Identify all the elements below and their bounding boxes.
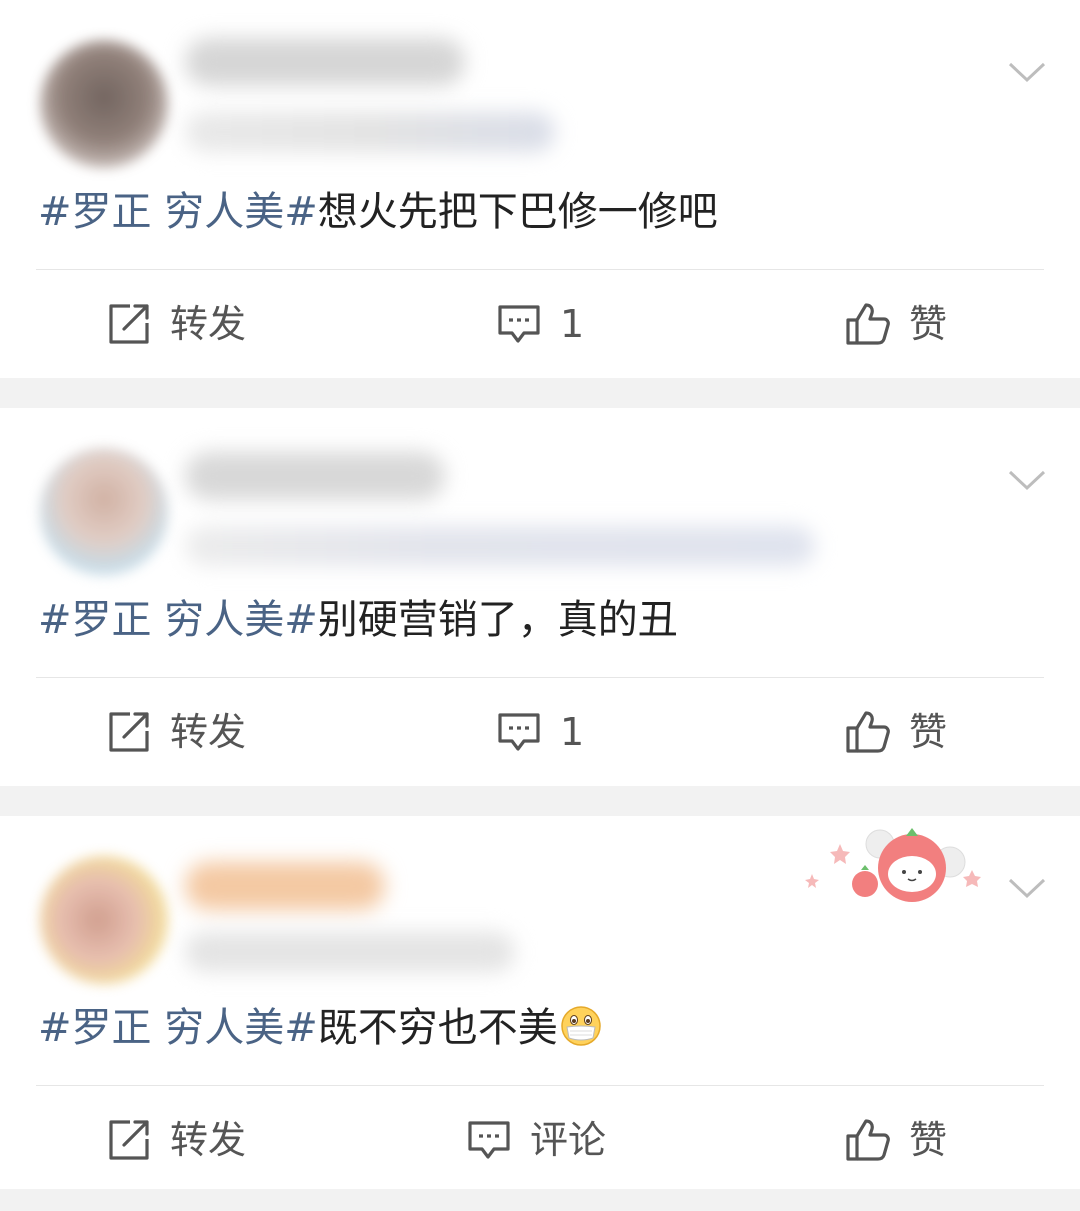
like-button[interactable]: 赞 bbox=[845, 678, 947, 786]
repost-icon bbox=[109, 712, 149, 752]
post-meta-redacted bbox=[185, 932, 515, 972]
like-label: 赞 bbox=[909, 1118, 948, 1162]
post-content: #罗正 穷人美#既不穷也不美 bbox=[38, 998, 602, 1058]
post-meta-redacted bbox=[185, 526, 815, 566]
post-content: #罗正 穷人美#别硬营销了，真的丑 bbox=[38, 590, 678, 650]
chevron-down-icon[interactable] bbox=[1004, 456, 1050, 502]
post-meta-redacted bbox=[185, 112, 555, 152]
post-content: #罗正 穷人美#想火先把下巴修一修吧 bbox=[38, 182, 718, 242]
action-bar: 转发 1 赞 bbox=[0, 678, 1080, 786]
like-button[interactable]: 赞 bbox=[845, 270, 947, 378]
post-separator bbox=[0, 786, 1080, 816]
post-separator bbox=[0, 378, 1080, 408]
repost-button[interactable]: 转发 bbox=[106, 678, 246, 786]
thumbs-up-icon bbox=[846, 303, 890, 345]
repost-icon bbox=[109, 304, 149, 344]
repost-icon bbox=[109, 1120, 149, 1160]
repost-label: 转发 bbox=[170, 302, 247, 346]
comment-count: 1 bbox=[560, 710, 585, 754]
topic-tag[interactable]: #罗正 穷人美# bbox=[38, 1005, 318, 1051]
topic-tag[interactable]: #罗正 穷人美# bbox=[38, 189, 318, 235]
avatar[interactable] bbox=[40, 448, 168, 576]
comment-icon bbox=[498, 305, 540, 343]
post-card[interactable]: #罗正 穷人美#别硬营销了，真的丑 转发 1 赞 bbox=[0, 408, 1080, 786]
comment-button[interactable]: 1 bbox=[496, 678, 584, 786]
thumbs-up-icon bbox=[846, 1119, 890, 1161]
action-bar: 转发 评论 赞 bbox=[0, 1086, 1080, 1194]
comment-count: 1 bbox=[560, 302, 585, 346]
post-text: 别硬营销了，真的丑 bbox=[317, 597, 678, 643]
avatar[interactable] bbox=[40, 856, 168, 984]
username-redacted[interactable] bbox=[185, 862, 385, 910]
feed: #罗正 穷人美#想火先把下巴修一修吧 转发 1 赞 #罗正 穷人美#别硬营销了，… bbox=[0, 0, 1080, 1189]
post-text: 既不穷也不美 bbox=[317, 1005, 558, 1051]
comment-label: 评论 bbox=[530, 1118, 607, 1162]
like-label: 赞 bbox=[909, 302, 948, 346]
action-bar: 转发 1 赞 bbox=[0, 270, 1080, 378]
comment-icon bbox=[468, 1121, 510, 1159]
repost-button[interactable]: 转发 bbox=[106, 270, 246, 378]
comment-button[interactable]: 1 bbox=[496, 270, 584, 378]
repost-label: 转发 bbox=[170, 1118, 247, 1162]
repost-button[interactable]: 转发 bbox=[106, 1086, 246, 1194]
chevron-down-icon[interactable] bbox=[1004, 864, 1050, 910]
like-button[interactable]: 赞 bbox=[845, 1086, 947, 1194]
username-redacted[interactable] bbox=[185, 452, 445, 500]
post-text: 想火先把下巴修一修吧 bbox=[317, 189, 718, 235]
avatar[interactable] bbox=[40, 40, 168, 168]
repost-label: 转发 bbox=[170, 710, 247, 754]
username-redacted[interactable] bbox=[185, 38, 465, 86]
comment-icon bbox=[498, 713, 540, 751]
post-card[interactable]: #罗正 穷人美#既不穷也不美 转发 评论 赞 bbox=[0, 816, 1080, 1189]
tomato-mouse-sticker bbox=[805, 828, 981, 902]
like-label: 赞 bbox=[909, 710, 948, 754]
post-card[interactable]: #罗正 穷人美#想火先把下巴修一修吧 转发 1 赞 bbox=[0, 0, 1080, 378]
mask-face-emoji bbox=[561, 1006, 601, 1046]
thumbs-up-icon bbox=[846, 711, 890, 753]
chevron-down-icon[interactable] bbox=[1004, 48, 1050, 94]
topic-tag[interactable]: #罗正 穷人美# bbox=[38, 597, 318, 643]
comment-button[interactable]: 评论 bbox=[466, 1086, 606, 1194]
